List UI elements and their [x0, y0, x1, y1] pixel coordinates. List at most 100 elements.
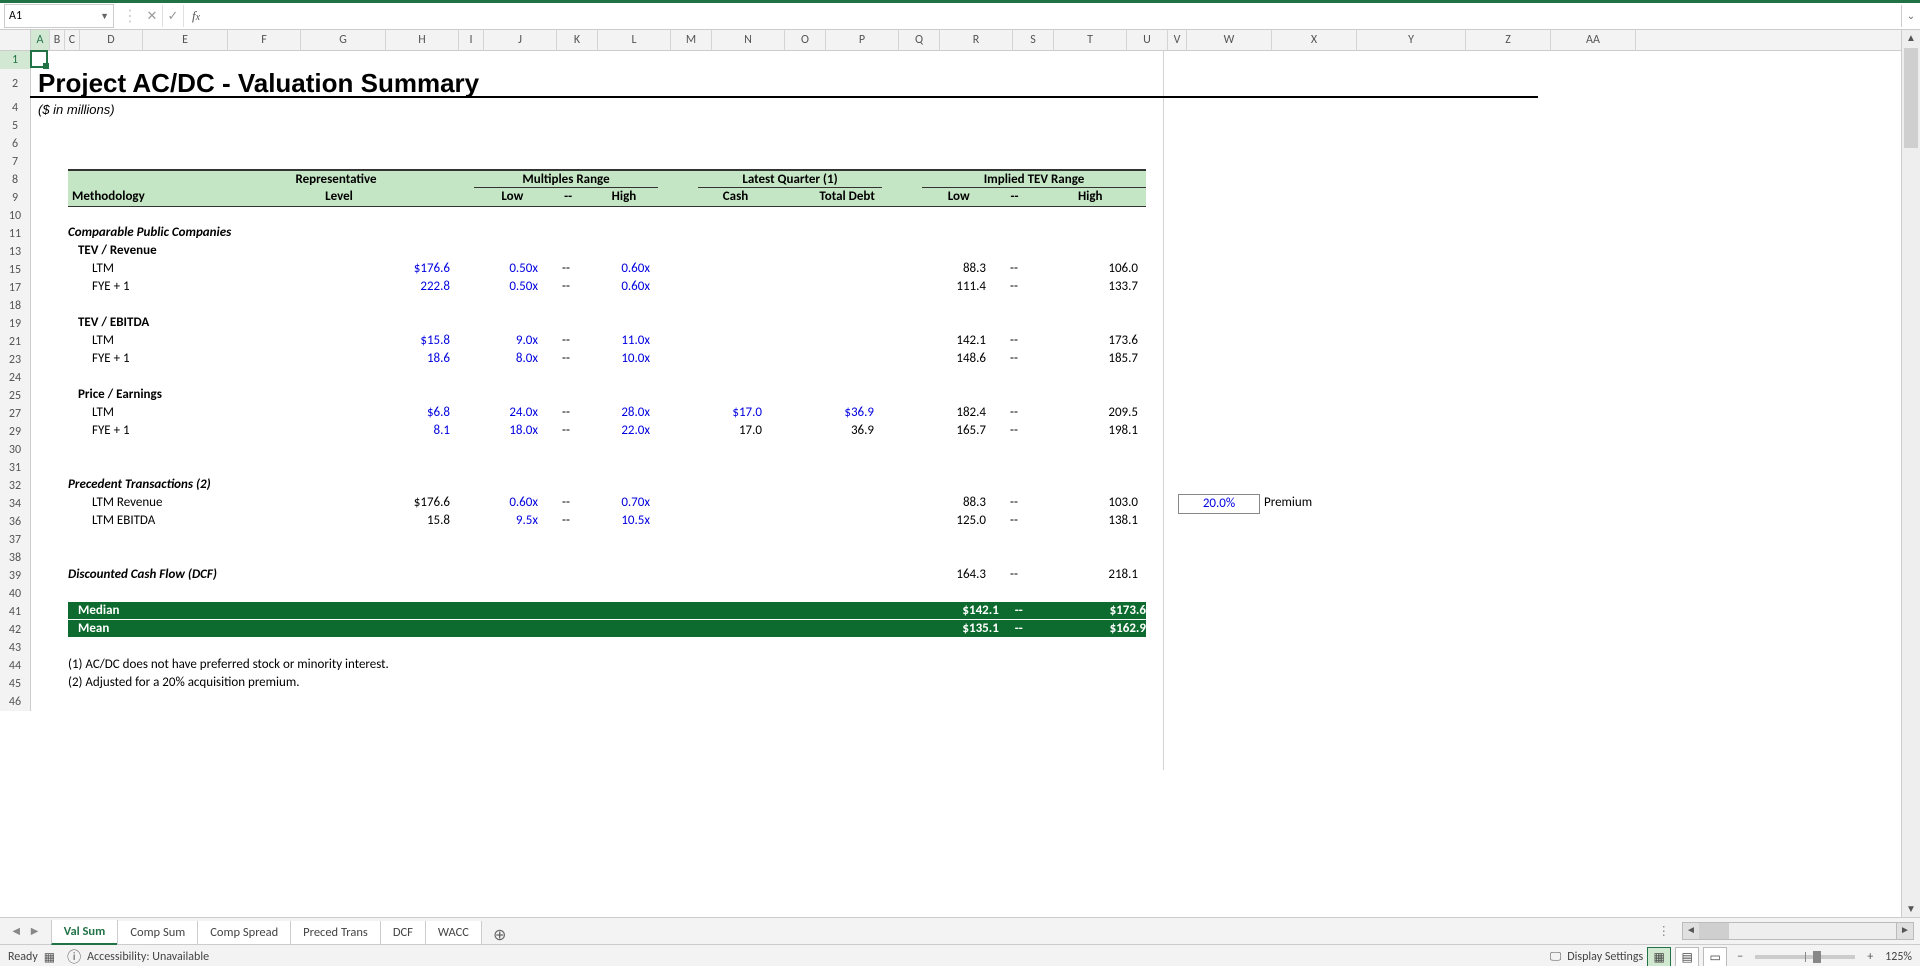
row-header-8[interactable]: 8 — [0, 171, 31, 189]
tab-nav-next-icon[interactable]: ► — [26, 924, 42, 939]
row-header-17[interactable]: 17 — [0, 279, 31, 297]
scroll-right-icon[interactable]: ► — [1896, 923, 1913, 939]
add-sheet-button[interactable]: ⊕ — [481, 925, 518, 945]
row-header-38[interactable]: 38 — [0, 549, 31, 567]
col-header-R[interactable]: R — [940, 30, 1013, 50]
col-header-S[interactable]: S — [1013, 30, 1054, 50]
page-break-view-icon[interactable]: ▭ — [1703, 947, 1727, 966]
hscrollbar-thumb[interactable] — [1699, 923, 1729, 939]
premium-input[interactable]: 20.0% — [1178, 494, 1260, 514]
col-header-M[interactable]: M — [671, 30, 712, 50]
accessibility-icon[interactable]: ⓘ — [67, 947, 81, 966]
col-header-U[interactable]: U — [1127, 30, 1168, 50]
chevron-down-icon[interactable]: ▼ — [100, 11, 109, 22]
sheet-tab-comp-spread[interactable]: Comp Spread — [197, 921, 291, 945]
row-header-21[interactable]: 21 — [0, 333, 31, 351]
row-header-19[interactable]: 19 — [0, 315, 31, 333]
cancel-formula-icon[interactable]: ✕ — [142, 5, 163, 27]
row-header-29[interactable]: 29 — [0, 423, 31, 441]
formula-input[interactable] — [208, 5, 1901, 27]
col-header-T[interactable]: T — [1054, 30, 1127, 50]
horizontal-scrollbar[interactable]: ◄ ► — [1682, 922, 1914, 940]
col-header-V[interactable]: V — [1168, 30, 1187, 50]
sheet-tab-preced-trans[interactable]: Preced Trans — [290, 921, 381, 945]
col-header-I[interactable]: I — [459, 30, 484, 50]
zoom-slider[interactable] — [1755, 955, 1855, 959]
col-header-L[interactable]: L — [598, 30, 671, 50]
row-header-46[interactable]: 46 — [0, 693, 31, 711]
row-header-32[interactable]: 32 — [0, 477, 31, 495]
col-header-Z[interactable]: Z — [1466, 30, 1551, 50]
scroll-left-icon[interactable]: ◄ — [1683, 923, 1700, 939]
col-header-H[interactable]: H — [386, 30, 459, 50]
row-header-31[interactable]: 31 — [0, 459, 31, 477]
col-header-G[interactable]: G — [301, 30, 386, 50]
select-all-corner[interactable] — [0, 30, 31, 50]
col-header-F[interactable]: F — [228, 30, 301, 50]
row-header-15[interactable]: 15 — [0, 261, 31, 279]
col-header-E[interactable]: E — [143, 30, 228, 50]
row-header-4[interactable]: 4 — [0, 99, 31, 117]
page-layout-view-icon[interactable]: ▤ — [1675, 947, 1699, 966]
tab-nav-prev-icon[interactable]: ◄ — [8, 924, 24, 939]
col-header-C[interactable]: C — [65, 30, 80, 50]
scroll-down-icon[interactable]: ▼ — [1902, 901, 1920, 917]
normal-view-icon[interactable]: ▦ — [1647, 947, 1671, 966]
row-header-39[interactable]: 39 — [0, 567, 31, 585]
col-header-K[interactable]: K — [557, 30, 598, 50]
col-header-D[interactable]: D — [80, 30, 143, 50]
row-header-36[interactable]: 36 — [0, 513, 31, 531]
sheet-tab-comp-sum[interactable]: Comp Sum — [117, 921, 198, 945]
row-header-18[interactable]: 18 — [0, 297, 31, 315]
col-header-A[interactable]: A — [31, 30, 50, 50]
row-header-41[interactable]: 41 — [0, 603, 31, 621]
row-header-34[interactable]: 34 — [0, 495, 31, 513]
row-header-9[interactable]: 9 — [0, 189, 31, 207]
row-header-40[interactable]: 40 — [0, 585, 31, 603]
row-header-6[interactable]: 6 — [0, 135, 31, 153]
accept-formula-icon[interactable]: ✓ — [163, 5, 184, 27]
sheet-tab-wacc[interactable]: WACC — [425, 921, 482, 945]
row-header-25[interactable]: 25 — [0, 387, 31, 405]
sheet-tab-val-sum[interactable]: Val Sum — [51, 920, 119, 945]
row-header-43[interactable]: 43 — [0, 639, 31, 657]
col-header-J[interactable]: J — [484, 30, 557, 50]
col-header-AA[interactable]: AA — [1551, 30, 1636, 50]
row-header-37[interactable]: 37 — [0, 531, 31, 549]
row-header-5[interactable]: 5 — [0, 117, 31, 135]
col-header-W[interactable]: W — [1187, 30, 1272, 50]
scrollbar-thumb[interactable] — [1904, 48, 1918, 148]
row-header-7[interactable]: 7 — [0, 153, 31, 171]
row-header-11[interactable]: 11 — [0, 225, 31, 243]
row-header-30[interactable]: 30 — [0, 441, 31, 459]
row-header-10[interactable]: 10 — [0, 207, 31, 225]
col-header-B[interactable]: B — [50, 30, 65, 50]
scroll-up-icon[interactable]: ▲ — [1902, 30, 1920, 46]
zoom-level[interactable]: 125% — [1885, 950, 1912, 964]
expand-formula-bar-icon[interactable]: ⌄ — [1901, 5, 1920, 27]
row-header-42[interactable]: 42 — [0, 621, 31, 639]
row-header-23[interactable]: 23 — [0, 351, 31, 369]
row-header-2[interactable]: 2 — [0, 69, 31, 99]
zoom-in-icon[interactable]: + — [1867, 950, 1873, 964]
display-settings-icon[interactable]: 🖵 — [1550, 950, 1562, 964]
sheet-tab-dcf[interactable]: DCF — [380, 921, 426, 945]
row-header-1[interactable]: 1 — [0, 51, 31, 69]
row-header-45[interactable]: 45 — [0, 675, 31, 693]
col-header-N[interactable]: N — [712, 30, 785, 50]
vertical-scrollbar[interactable]: ▲ ▼ — [1901, 30, 1920, 917]
fx-icon[interactable]: fx — [184, 8, 208, 24]
col-header-X[interactable]: X — [1272, 30, 1357, 50]
row-header-44[interactable]: 44 — [0, 657, 31, 675]
col-header-Q[interactable]: Q — [899, 30, 940, 50]
row-header-27[interactable]: 27 — [0, 405, 31, 423]
col-header-Y[interactable]: Y — [1357, 30, 1466, 50]
row-header-13[interactable]: 13 — [0, 243, 31, 261]
zoom-out-icon[interactable]: − — [1737, 950, 1743, 964]
col-header-O[interactable]: O — [785, 30, 826, 50]
tab-overflow-icon[interactable]: ⋮ — [1652, 923, 1679, 939]
name-box[interactable]: A1 ▼ — [4, 4, 114, 28]
macro-record-icon[interactable]: ▦ — [44, 950, 55, 965]
col-header-P[interactable]: P — [826, 30, 899, 50]
status-display-settings[interactable]: Display Settings — [1567, 950, 1643, 964]
